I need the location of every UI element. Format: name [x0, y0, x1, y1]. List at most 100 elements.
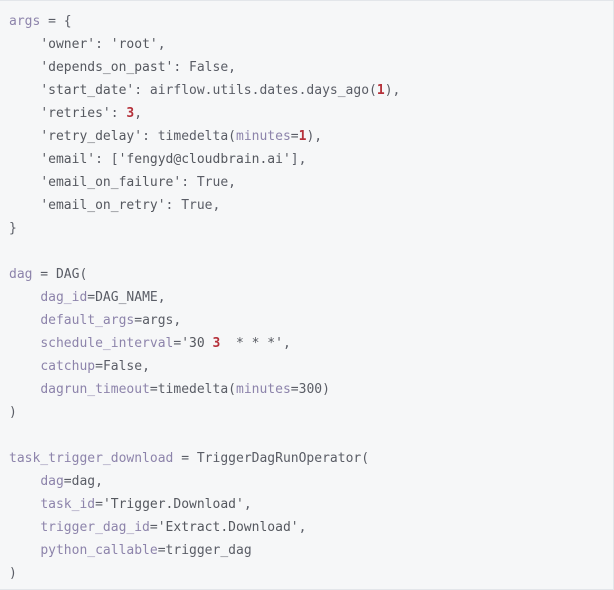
code-token: python_callable [40, 543, 158, 558]
code-line: dag = DAG( [0, 263, 613, 286]
code-token: : [165, 198, 182, 213]
code-token: , [95, 474, 103, 489]
code-token: 'Extract.Download' [157, 520, 299, 535]
code-line: 'retries': 3, [0, 102, 613, 125]
code-token: ], [290, 152, 307, 167]
code-token: ) [9, 566, 17, 581]
code-token: , [243, 497, 252, 512]
code-line: schedule_interval='30 3 * * *', [0, 332, 613, 355]
code-line: trigger_dag_id='Extract.Download', [0, 516, 613, 539]
code-token: 1 [376, 83, 385, 98]
code-token: trigger_dag [165, 543, 252, 558]
code-token: timedelta( [157, 129, 236, 144]
code-line: 'owner': 'root', [0, 33, 613, 56]
code-token: 'start_date' [40, 83, 135, 98]
code-line: args = { [0, 10, 613, 33]
code-token: ), [384, 83, 401, 98]
code-token: dag [40, 474, 64, 489]
code-token: default_args [40, 313, 135, 328]
code-token: 'retry_delay' [40, 129, 143, 144]
code-token: True [196, 175, 229, 190]
code-line: } [0, 217, 613, 240]
code-token: '30 [181, 336, 213, 351]
code-token: } [9, 221, 17, 236]
code-token: = [95, 359, 103, 374]
code-token: , [157, 37, 166, 52]
code-token: , [282, 336, 291, 351]
code-token: catchup [40, 359, 96, 374]
code-token: 'email' [40, 152, 96, 167]
code-token: 'email_on_failure' [40, 175, 182, 190]
code-line: default_args=args, [0, 309, 613, 332]
code-line: ) [0, 401, 613, 424]
code-line: python_callable=trigger_dag [0, 539, 613, 562]
code-token: : [142, 129, 158, 144]
code-token: 'root' [110, 37, 158, 52]
code-line: 'retry_delay': timedelta(minutes=1), [0, 125, 613, 148]
code-token: = [173, 451, 197, 466]
code-line: 'email': ['fengyd@cloudbrain.ai'], [0, 148, 613, 171]
code-token: dag [71, 474, 96, 489]
code-token: = [32, 267, 56, 282]
code-token: , [142, 359, 150, 374]
code-token: minutes [236, 382, 291, 397]
code-content[interactable]: args = { 'owner': 'root', 'depends_on_pa… [0, 10, 613, 585]
code-token: True [181, 198, 213, 213]
code-token: , [228, 175, 236, 190]
code-token: 'email_on_retry' [40, 198, 166, 213]
code-token: = [87, 290, 96, 305]
code-token: args [9, 14, 41, 29]
code-line: 'start_date': airflow.utils.dates.days_a… [0, 79, 613, 102]
code-token: , [134, 106, 143, 121]
code-token: 'retries' [40, 106, 111, 121]
code-token: False [189, 60, 229, 75]
code-token: : [173, 60, 190, 75]
code-token: = [149, 520, 158, 535]
code-token: , [173, 313, 182, 328]
code-token: : [181, 175, 197, 190]
code-line: 'depends_on_past': False, [0, 56, 613, 79]
code-token: timedelta( [157, 382, 236, 397]
code-token: : [95, 37, 111, 52]
code-token: , [212, 198, 221, 213]
code-token: minutes [236, 129, 291, 144]
code-token: : [110, 106, 127, 121]
code-token: 'Trigger.Download' [102, 497, 244, 512]
code-token: , [157, 290, 166, 305]
code-token: , [228, 60, 236, 75]
code-token: airflow.utils.dates.days_ago( [149, 83, 377, 98]
code-token: : [134, 83, 150, 98]
code-line: catchup=False, [0, 355, 613, 378]
code-line: dag=dag, [0, 470, 613, 493]
code-token: ) [9, 405, 17, 420]
code-token: False [102, 359, 143, 374]
code-token: dag_id [40, 290, 88, 305]
code-line: 'email_on_retry': True, [0, 194, 613, 217]
code-token: DAG( [55, 267, 88, 282]
code-token: = [95, 497, 103, 512]
code-token: task_trigger_download [9, 451, 174, 466]
code-token: dag [9, 267, 33, 282]
code-token: = [63, 474, 72, 489]
code-token: trigger_dag_id [40, 520, 150, 535]
code-line: task_id='Trigger.Download', [0, 493, 613, 516]
code-line: 'email_on_failure': True, [0, 171, 613, 194]
code-token: args [142, 313, 174, 328]
code-token: 'depends_on_past' [40, 60, 174, 75]
code-token: dagrun_timeout [40, 382, 150, 397]
code-token: schedule_interval [40, 336, 174, 351]
code-token: * * *' [220, 336, 283, 351]
code-token: = [290, 129, 299, 144]
